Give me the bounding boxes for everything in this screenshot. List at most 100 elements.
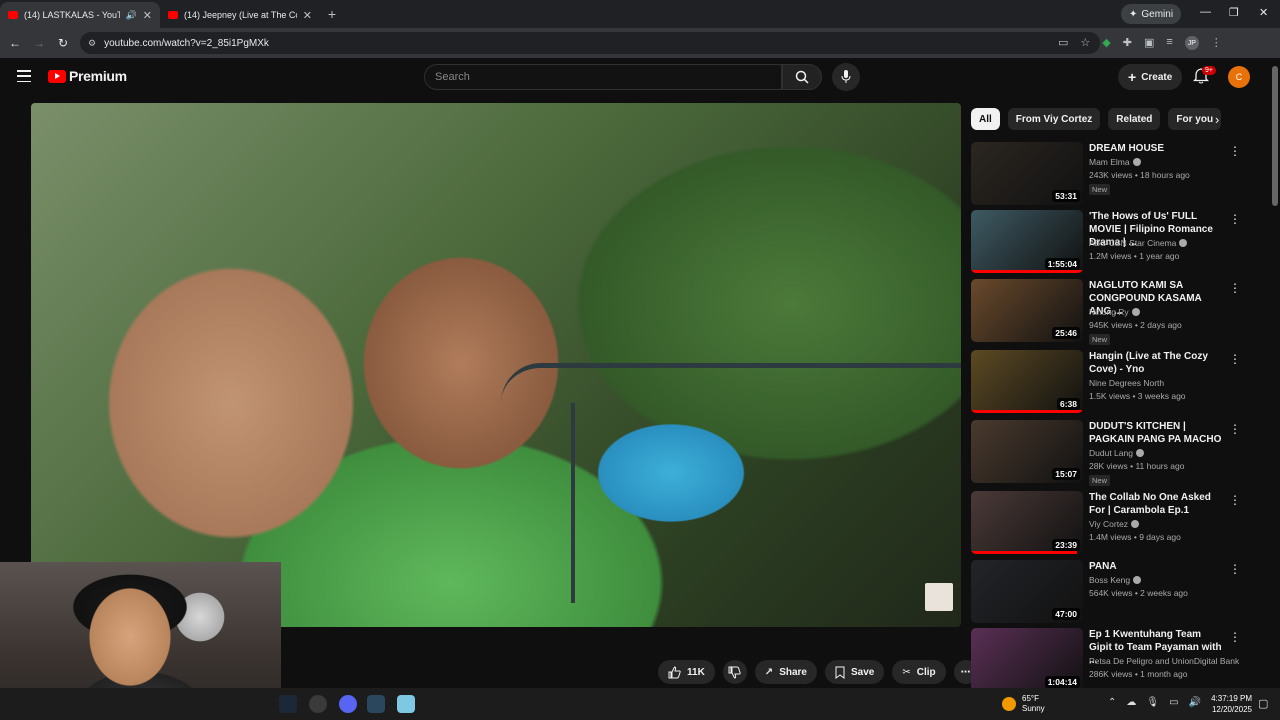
like-button[interactable]: 11K [658, 660, 715, 684]
clip-button[interactable]: ✂ Clip [892, 660, 946, 684]
discord-icon[interactable] [339, 695, 357, 713]
more-vert-icon[interactable]: ⋮ [1229, 352, 1241, 366]
dislike-button[interactable] [722, 660, 747, 684]
more-vert-icon[interactable]: ⋮ [1229, 144, 1241, 158]
video-meta: 28K views • 11 hours ago [1089, 461, 1185, 471]
browser-tab-active[interactable]: (14) LASTKALAS - YouTube 🔊 ✕ [0, 2, 160, 28]
voice-search-button[interactable] [832, 63, 860, 91]
video-title[interactable]: Hangin (Live at The Cozy Cove) - Yno [1089, 350, 1225, 376]
puzzle-icon[interactable]: ✚ [1123, 36, 1132, 50]
more-vert-icon[interactable]: ⋮ [1229, 422, 1241, 436]
video-thumbnail[interactable]: 53:31 [971, 142, 1083, 205]
youtube-logo[interactable]: Premium [48, 68, 127, 84]
hamburger-menu-icon[interactable] [17, 70, 31, 82]
channel-line[interactable]: Petsa De Peligro and UnionDigital Bank [1089, 656, 1239, 666]
chip-related[interactable]: Related [1108, 108, 1161, 130]
chip-all[interactable]: All [971, 108, 1000, 130]
volume-icon[interactable]: 🔊 [1189, 697, 1201, 708]
new-tab-button[interactable]: + [320, 6, 344, 22]
channel-line[interactable]: Dudut Lang [1089, 448, 1144, 458]
search-input[interactable]: Search [424, 64, 782, 90]
video-thumbnail[interactable]: 15:07 [971, 420, 1083, 483]
video-thumbnail[interactable]: 1:04:14 [971, 628, 1083, 691]
more-vert-icon[interactable]: ⋮ [1229, 281, 1241, 295]
video-thumbnail[interactable]: 6:38 [971, 350, 1083, 413]
related-video-item[interactable]: 6:38 Hangin (Live at The Cozy Cove) - Yno… [971, 350, 1256, 414]
profile-avatar[interactable]: JP [1184, 36, 1199, 50]
related-video-item[interactable]: 1:04:14 Ep 1 Kwentuhang Team Gipit to Tea… [971, 628, 1256, 692]
steam-icon[interactable] [279, 695, 297, 713]
network-icon[interactable]: ▭ [1169, 697, 1178, 708]
search-button[interactable] [782, 64, 822, 90]
video-thumbnail[interactable]: 1:55:04 [971, 210, 1083, 273]
more-vert-icon[interactable]: ⋮ [1229, 630, 1241, 644]
video-title[interactable]: DREAM HOUSE [1089, 142, 1225, 155]
chevron-up-icon[interactable]: ⌃ [1108, 697, 1116, 708]
menu-kebab-icon[interactable]: ⋮ [1211, 36, 1222, 50]
channel-line[interactable]: Ninong Ry [1089, 307, 1140, 317]
close-tab-icon[interactable]: ✕ [143, 9, 152, 22]
related-video-item[interactable]: 25:46 NAGLUTO KAMI SA CONGPOUND KASAMA AN… [971, 279, 1256, 345]
chip-from-channel[interactable]: From Viy Cortez [1007, 108, 1101, 130]
related-video-item[interactable]: 15:07 DUDUT'S KITCHEN | PAGKAIN PANG PA M… [971, 420, 1256, 486]
more-vert-icon[interactable]: ⋮ [1229, 562, 1241, 576]
more-vert-icon[interactable]: ⋮ [1229, 212, 1241, 226]
url-bar[interactable]: ⚙ youtube.com/watch?v=2_85i1PgMXk [80, 32, 1100, 54]
cast-icon[interactable]: ▭ [1058, 36, 1068, 50]
related-video-item[interactable]: 23:39 The Collab No One Asked For | Caram… [971, 491, 1256, 555]
clock[interactable]: 4:37:19 PM 12/20/2025 [1206, 693, 1252, 715]
channel-line[interactable]: Mam Elma [1089, 157, 1141, 167]
related-video-item[interactable]: 47:00 PANA Boss Keng 564K views • 2 weeks a… [971, 560, 1256, 624]
close-window-icon[interactable]: ✕ [1259, 6, 1268, 19]
notification-count-badge: 9+ [1202, 66, 1216, 75]
video-thumbnail[interactable]: 47:00 [971, 560, 1083, 623]
cloud-icon[interactable]: ☁ [1126, 697, 1136, 708]
related-video-item[interactable]: 1:55:04 'The Hows of Us' FULL MOVIE | Fil… [971, 210, 1256, 274]
save-button[interactable]: Save [824, 660, 885, 684]
chip-for-you[interactable]: For you [1168, 108, 1222, 130]
video-thumbnail[interactable]: 25:46 [971, 279, 1083, 342]
video-title[interactable]: PANA [1089, 560, 1225, 573]
mic-tray-icon[interactable]: 🎙 [1146, 697, 1159, 708]
video-title[interactable]: The Collab No One Asked For | Carambola … [1089, 491, 1225, 517]
video-title[interactable]: DUDUT'S KITCHEN | PAGKAIN PANG PA MACHO [1089, 420, 1225, 446]
weather-desc: Sunny [1022, 704, 1045, 713]
video-thumbnail[interactable]: 23:39 [971, 491, 1083, 554]
browser-tab[interactable]: (14) Jeepney (Live at The Cozy Cove) ✕ [160, 2, 320, 28]
create-button[interactable]: + Create [1118, 64, 1183, 90]
system-tray: ⌃ ☁ 🎙 ▭ 🔊 [1108, 697, 1201, 708]
user-avatar[interactable]: C [1228, 66, 1250, 88]
shield-extension-icon[interactable]: ◆ [1102, 36, 1110, 50]
back-icon[interactable]: ← [3, 36, 27, 50]
steam-active-icon[interactable] [367, 695, 385, 713]
scrollbar[interactable] [1270, 58, 1280, 688]
scrollbar-thumb[interactable] [1272, 66, 1278, 206]
weather-widget[interactable]: 65°F Sunny [1002, 694, 1045, 714]
close-tab-icon[interactable]: ✕ [303, 9, 312, 22]
video-meta: 1.5K views • 3 weeks ago [1089, 391, 1186, 401]
app-icon[interactable] [309, 695, 327, 713]
notepad-icon[interactable] [397, 695, 415, 713]
channel-line[interactable]: ABS-CBN Star Cinema [1089, 238, 1188, 248]
speaker-icon[interactable]: 🔊 [126, 10, 137, 21]
forward-icon[interactable]: → [27, 36, 51, 50]
reload-icon[interactable]: ↻ [51, 36, 75, 50]
chevron-right-icon[interactable]: › [1215, 112, 1219, 127]
media-icon[interactable]: ≡ [1166, 36, 1172, 50]
split-view-icon[interactable]: ▣ [1144, 36, 1154, 50]
share-button[interactable]: ↗ Share [754, 660, 817, 684]
related-video-item[interactable]: 53:31 DREAM HOUSE Mam Elma 243K views • 18 … [971, 142, 1256, 206]
bookmark-star-icon[interactable]: ☆ [1080, 36, 1090, 50]
channel-line[interactable]: Boss Keng [1089, 575, 1142, 585]
channel-line[interactable]: Nine Degrees North [1089, 378, 1164, 388]
restore-icon[interactable]: ❐ [1229, 6, 1239, 19]
channel-watermark[interactable] [925, 583, 953, 611]
youtube-favicon-icon [8, 11, 18, 19]
channel-line[interactable]: Viy Cortez [1089, 519, 1140, 529]
video-player[interactable] [31, 103, 961, 627]
more-vert-icon[interactable]: ⋮ [1229, 493, 1241, 507]
notification-center-icon[interactable]: ▢ [1258, 697, 1268, 710]
gemini-button[interactable]: ✦ Gemini [1121, 4, 1182, 24]
site-settings-icon[interactable]: ⚙ [88, 38, 96, 49]
minimize-icon[interactable]: — [1200, 6, 1211, 18]
